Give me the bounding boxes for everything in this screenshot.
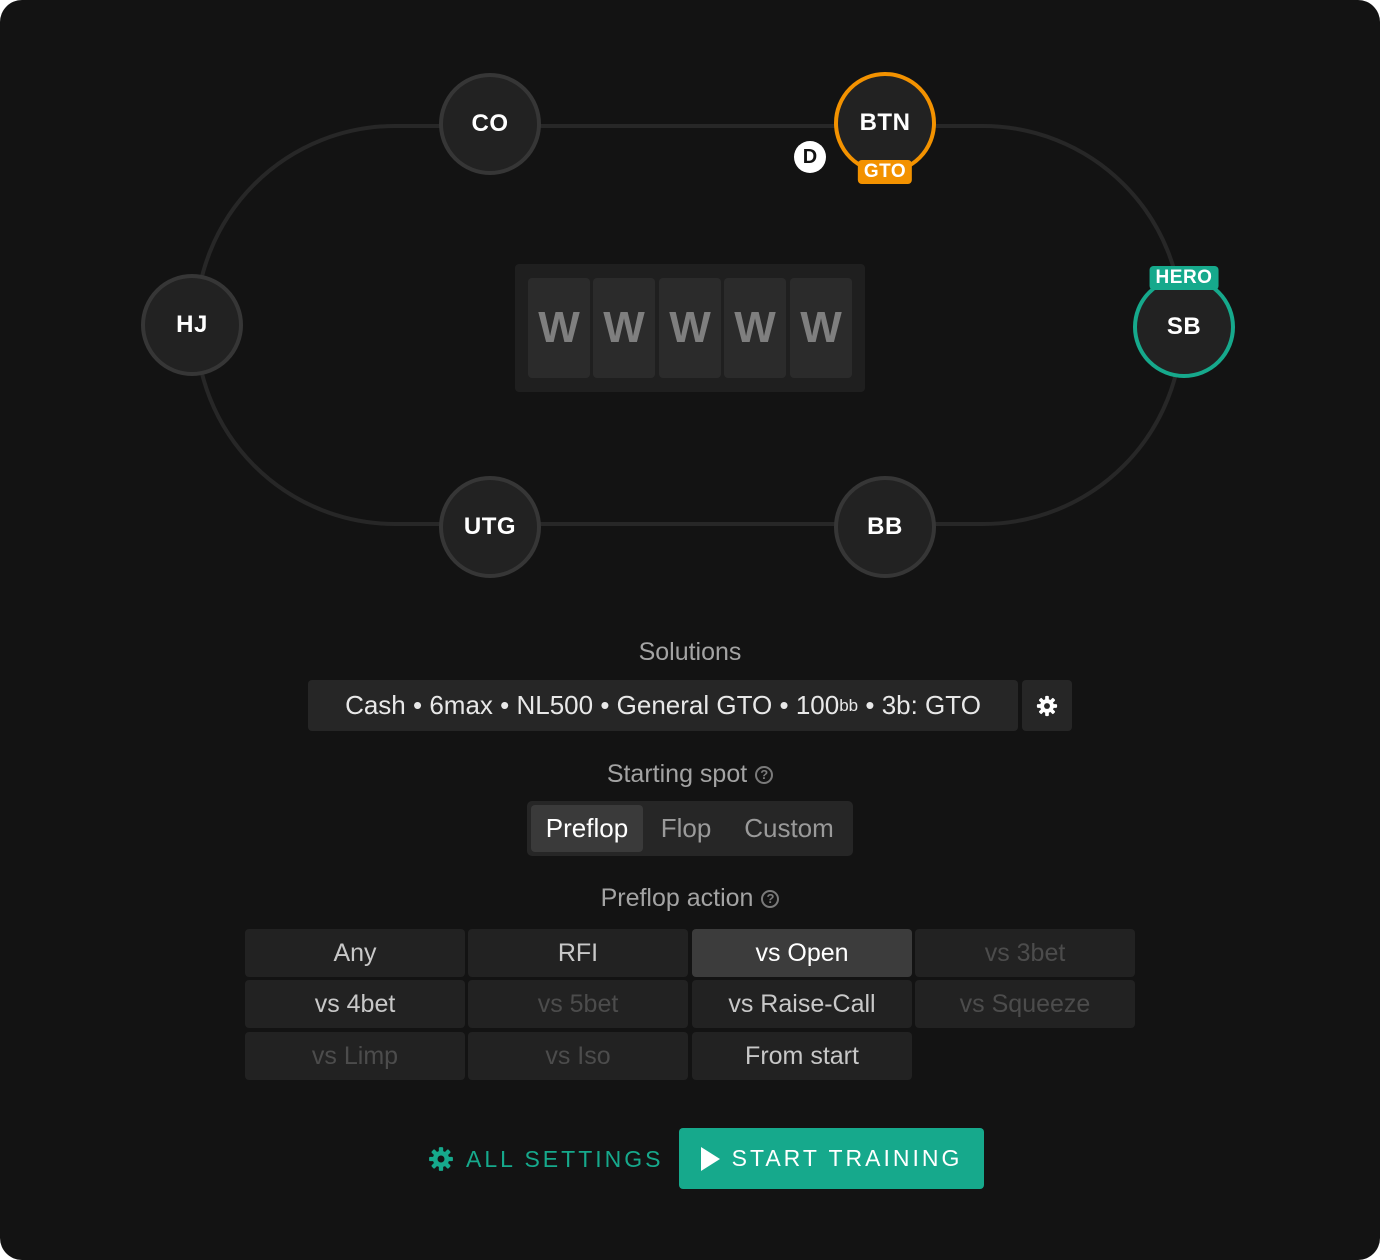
card-back-logo-icon: W xyxy=(800,308,842,348)
card-mark: W xyxy=(669,308,711,348)
card-back-logo-icon: W xyxy=(734,308,776,348)
card-back-logo-icon: W xyxy=(603,308,645,348)
card-mark: W xyxy=(800,308,842,348)
starting-spot-label: Starting spot? xyxy=(0,760,1380,789)
seat-sb[interactable]: SB HERO xyxy=(1133,266,1235,378)
board-card: W xyxy=(593,278,655,378)
help-icon[interactable]: ? xyxy=(761,889,780,908)
action-vs-iso[interactable]: vs Iso xyxy=(468,1032,688,1080)
option-flop[interactable]: Flop xyxy=(647,805,725,852)
action-any[interactable]: Any xyxy=(245,929,465,977)
starting-spot-toggle: Preflop Flop Custom xyxy=(527,801,853,856)
board-card: W xyxy=(659,278,721,378)
card-back-logo-icon: W xyxy=(538,308,580,348)
action-vs-limp[interactable]: vs Limp xyxy=(245,1032,465,1080)
solutions-settings-button[interactable] xyxy=(1022,680,1072,731)
seat-label: SB xyxy=(1166,313,1202,340)
action-vs-4bet[interactable]: vs 4bet xyxy=(245,980,465,1028)
seat-bb[interactable]: BB xyxy=(834,476,936,578)
dealer-button: D xyxy=(794,141,826,173)
action-vs-squeeze[interactable]: vs Squeeze xyxy=(915,980,1135,1028)
seat-label: BB xyxy=(867,513,903,540)
start-training-button[interactable]: START TRAINING xyxy=(679,1128,984,1189)
seat-label: HJ xyxy=(176,311,208,338)
board-card: W xyxy=(790,278,852,378)
action-rfi[interactable]: RFI xyxy=(468,929,688,977)
all-settings-label: ALL SETTINGS xyxy=(466,1145,664,1172)
option-custom[interactable]: Custom xyxy=(729,805,849,852)
seat-co[interactable]: CO xyxy=(439,73,541,175)
board-cards: W W W W W xyxy=(515,264,865,392)
gear-icon xyxy=(1036,695,1058,716)
card-mark: W xyxy=(538,308,580,348)
option-preflop[interactable]: Preflop xyxy=(531,805,643,852)
hero-badge: HERO xyxy=(1149,266,1219,290)
seat-btn[interactable]: BTN GTO xyxy=(834,72,936,184)
seat-hj[interactable]: HJ xyxy=(141,274,243,376)
action-vs-raise-call[interactable]: vs Raise-Call xyxy=(692,980,912,1028)
seat-label: UTG xyxy=(463,513,517,540)
start-training-label: START TRAINING xyxy=(731,1145,963,1171)
all-settings-button[interactable]: ALL SETTINGS xyxy=(428,1130,663,1188)
action-vs-open[interactable]: vs Open xyxy=(692,929,912,977)
card-mark: W xyxy=(734,308,776,348)
action-from-start[interactable]: From start xyxy=(692,1032,912,1080)
gto-badge: GTO xyxy=(857,160,913,184)
solutions-selector[interactable]: Cash • 6max • NL500 • General GTO • 100 b… xyxy=(308,680,1018,731)
seat-label: CO xyxy=(471,110,509,137)
solutions-label: Solutions xyxy=(638,638,742,666)
board-card: W xyxy=(528,278,590,378)
help-icon[interactable]: ? xyxy=(755,765,774,784)
seat-label: BTN xyxy=(859,109,911,136)
seat-utg[interactable]: UTG xyxy=(439,476,541,578)
preflop-action-label: Preflop action? xyxy=(0,884,1380,913)
trainer-panel: CO BTN GTO D HJ SB HERO UTG BB W W W W W xyxy=(0,0,1380,1260)
card-mark: W xyxy=(603,308,645,348)
play-icon xyxy=(700,1146,720,1171)
board-card: W xyxy=(724,278,786,378)
action-vs-5bet[interactable]: vs 5bet xyxy=(468,980,688,1028)
gear-icon xyxy=(429,1147,453,1171)
action-vs-3bet[interactable]: vs 3bet xyxy=(915,929,1135,977)
card-back-logo-icon: W xyxy=(669,308,711,348)
